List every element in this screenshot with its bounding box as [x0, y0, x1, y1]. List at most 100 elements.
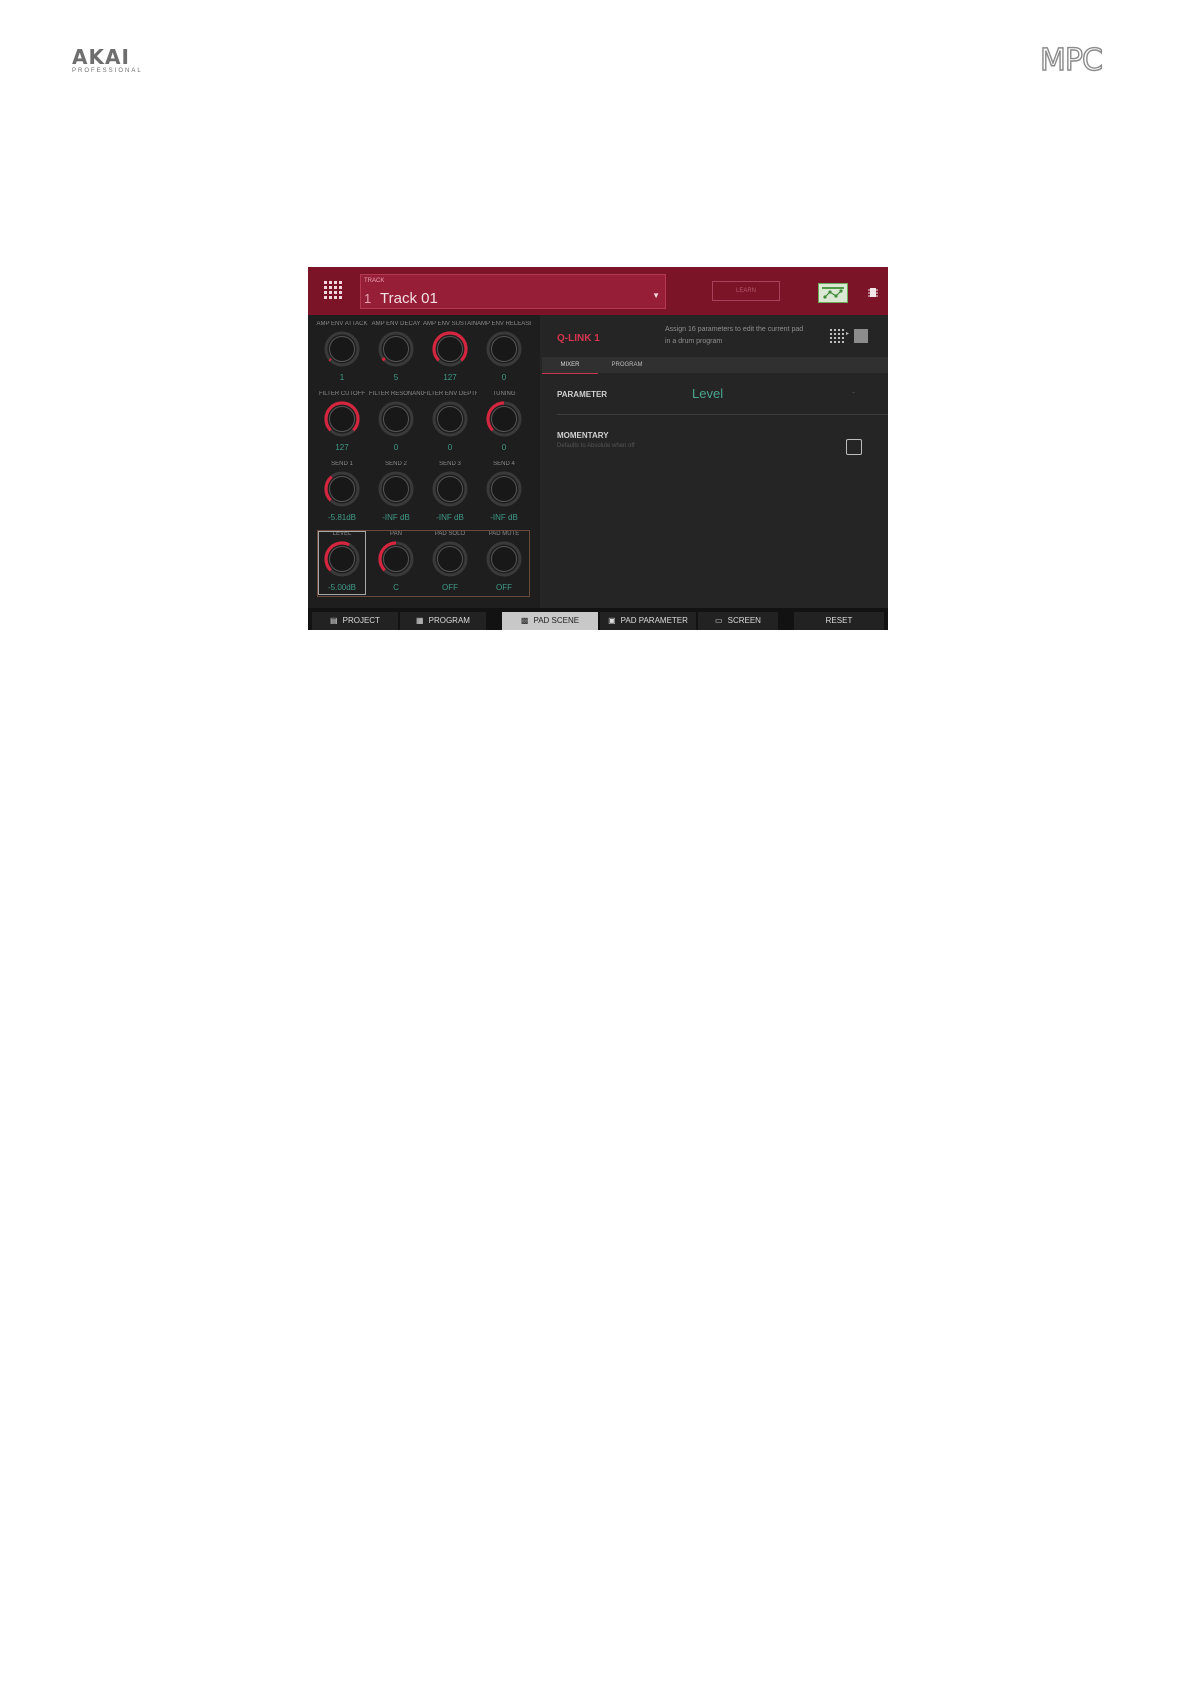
program-grid-icon: ▦: [416, 616, 424, 625]
knob-label: LEVEL: [332, 531, 352, 537]
qlink-description: Assign 16 parameters to edit the current…: [665, 326, 804, 345]
knob-dial-icon: [324, 471, 360, 507]
knob-dial-icon: [324, 401, 360, 437]
qlink-knob[interactable]: SEND 2 -INF dB: [369, 458, 423, 528]
track-selector[interactable]: TRACK 1 Track 01 ▼: [360, 274, 666, 309]
knob-dial-icon: [486, 541, 522, 577]
akai-logo: AKAI PROFESSIONAL: [72, 47, 152, 74]
pad-scene-button-label: PAD SCENE: [533, 616, 580, 625]
knob-label: SEND 3: [439, 461, 461, 467]
knob-body: [383, 546, 409, 572]
knob-value: -INF dB: [382, 513, 410, 522]
qlink-knob[interactable]: AMP ENV DECAY 5: [369, 318, 423, 388]
knob-label: SEND 4: [493, 461, 515, 467]
pad-grid-icon[interactable]: [830, 329, 844, 343]
qlink-knob[interactable]: AMP ENV SUSTAIN 127: [423, 318, 477, 388]
qlink-knob[interactable]: LEVEL -5.00dB: [315, 528, 369, 598]
knob-body: [329, 546, 355, 572]
pad-parameter-button[interactable]: ▣ PAD PARAMETER: [600, 612, 696, 630]
knob-dial-icon: [486, 471, 522, 507]
qlink-knob[interactable]: SEND 3 -INF dB: [423, 458, 477, 528]
mpc-screen: TRACK 1 Track 01 ▼ LEARN AMP ENV ATTACK …: [308, 267, 888, 630]
qlink-knob[interactable]: AMP ENV ATTACK 1: [315, 318, 369, 388]
knob-value-arc: [328, 358, 332, 362]
knob-body: [491, 546, 517, 572]
mpc-logo: MPC: [1039, 43, 1103, 78]
divider: [557, 414, 888, 415]
knob-label: AMP ENV DECAY: [371, 321, 421, 327]
knob-body: [329, 406, 355, 432]
parameter-dash: -: [852, 387, 855, 397]
qlink-knob[interactable]: SEND 1 -5.81dB: [315, 458, 369, 528]
knob-body: [437, 546, 463, 572]
parameter-label: PARAMETER: [557, 390, 608, 399]
qlink-tabs: MIXER PROGRAM: [542, 357, 888, 374]
knob-value: -INF dB: [436, 513, 464, 522]
qlink-knob[interactable]: TUNING 0: [477, 388, 531, 458]
knob-value: 0: [501, 443, 507, 452]
knob-value: 5: [393, 373, 399, 382]
learn-button[interactable]: LEARN: [712, 281, 780, 301]
automation-button[interactable]: [818, 283, 848, 303]
screen-button-label: SCREEN: [727, 616, 761, 625]
program-button[interactable]: ▦ PROGRAM: [400, 612, 486, 630]
qlink-knob[interactable]: AMP ENV RELEASE 0: [477, 318, 531, 388]
automation-icon: [822, 287, 844, 299]
knob-value: 0: [393, 443, 399, 452]
knob-value: -5.81dB: [327, 513, 357, 522]
knob-label: PAN: [390, 531, 402, 537]
akai-subtitle: PROFESSIONAL: [72, 68, 143, 74]
screen-button[interactable]: ▭ SCREEN: [698, 612, 778, 630]
project-button-label: PROJECT: [342, 616, 380, 625]
tab-program[interactable]: PROGRAM: [598, 357, 656, 373]
track-field-label: TRACK: [364, 278, 385, 284]
screen-icon: ▭: [715, 616, 723, 625]
pad-parameter-icon: ▣: [608, 616, 616, 625]
knob-body: [329, 476, 355, 502]
qlink-knob[interactable]: PAN C: [369, 528, 423, 598]
qlink-editor: Q-LINK 1 Assign 16 parameters to edit th…: [542, 315, 888, 608]
knob-label: SEND 1: [331, 461, 353, 467]
qlink-knob[interactable]: SEND 4 -INF dB: [477, 458, 531, 528]
knob-dial-icon: [378, 541, 414, 577]
knob-label: FILTER ENV DEPTH: [423, 391, 477, 397]
knob-body: [491, 406, 517, 432]
knob-body: [437, 476, 463, 502]
knob-body: [329, 336, 355, 362]
knob-value: 1: [339, 373, 345, 382]
knob-value: 0: [447, 443, 453, 452]
top-bar: TRACK 1 Track 01 ▼ LEARN: [308, 267, 888, 315]
qlink-knob[interactable]: FILTER ENV DEPTH 0: [423, 388, 477, 458]
knob-value: -5.00dB: [327, 583, 357, 592]
program-button-label: PROGRAM: [428, 616, 470, 625]
knob-dial-icon: [324, 331, 360, 367]
memory-icon[interactable]: [868, 285, 878, 297]
knob-label: SEND 2: [385, 461, 407, 467]
qlink-title: Q-LINK 1: [557, 333, 600, 344]
knob-value: 127: [335, 443, 349, 452]
qlink-knob[interactable]: PAD MUTE OFF: [477, 528, 531, 598]
knob-label: AMP ENV SUSTAIN: [423, 321, 477, 327]
project-button[interactable]: ▤ PROJECT: [312, 612, 398, 630]
selected-pad-icon[interactable]: [854, 329, 868, 343]
parameter-value[interactable]: Level: [692, 386, 723, 401]
arrow-right-icon: ▸: [846, 331, 850, 337]
qlink-knob[interactable]: FILTER RESONANCE 0: [369, 388, 423, 458]
tab-mixer[interactable]: MIXER: [542, 357, 598, 374]
pad-scene-icon: ▩: [520, 616, 529, 625]
reset-button[interactable]: RESET: [794, 612, 884, 630]
document-icon: ▤: [330, 616, 338, 625]
qlink-knob-panel: AMP ENV ATTACK 1 AMP ENV DECAY 5 AMP ENV SUS…: [308, 315, 540, 608]
pad-scene-button[interactable]: ▩ PAD SCENE: [502, 612, 598, 630]
qlink-knob[interactable]: FILTER CUTOFF 127: [315, 388, 369, 458]
knob-dial-icon: [432, 541, 468, 577]
momentary-checkbox[interactable]: [846, 439, 862, 455]
qlink-knob[interactable]: PAD SOLO OFF: [423, 528, 477, 598]
knob-dial-icon: [378, 471, 414, 507]
knob-label: FILTER RESONANCE: [369, 391, 423, 397]
knob-value: -INF dB: [490, 513, 518, 522]
knob-body: [383, 476, 409, 502]
knob-body: [383, 406, 409, 432]
menu-grid-icon[interactable]: [322, 279, 344, 301]
knob-label: FILTER CUTOFF: [318, 391, 366, 397]
